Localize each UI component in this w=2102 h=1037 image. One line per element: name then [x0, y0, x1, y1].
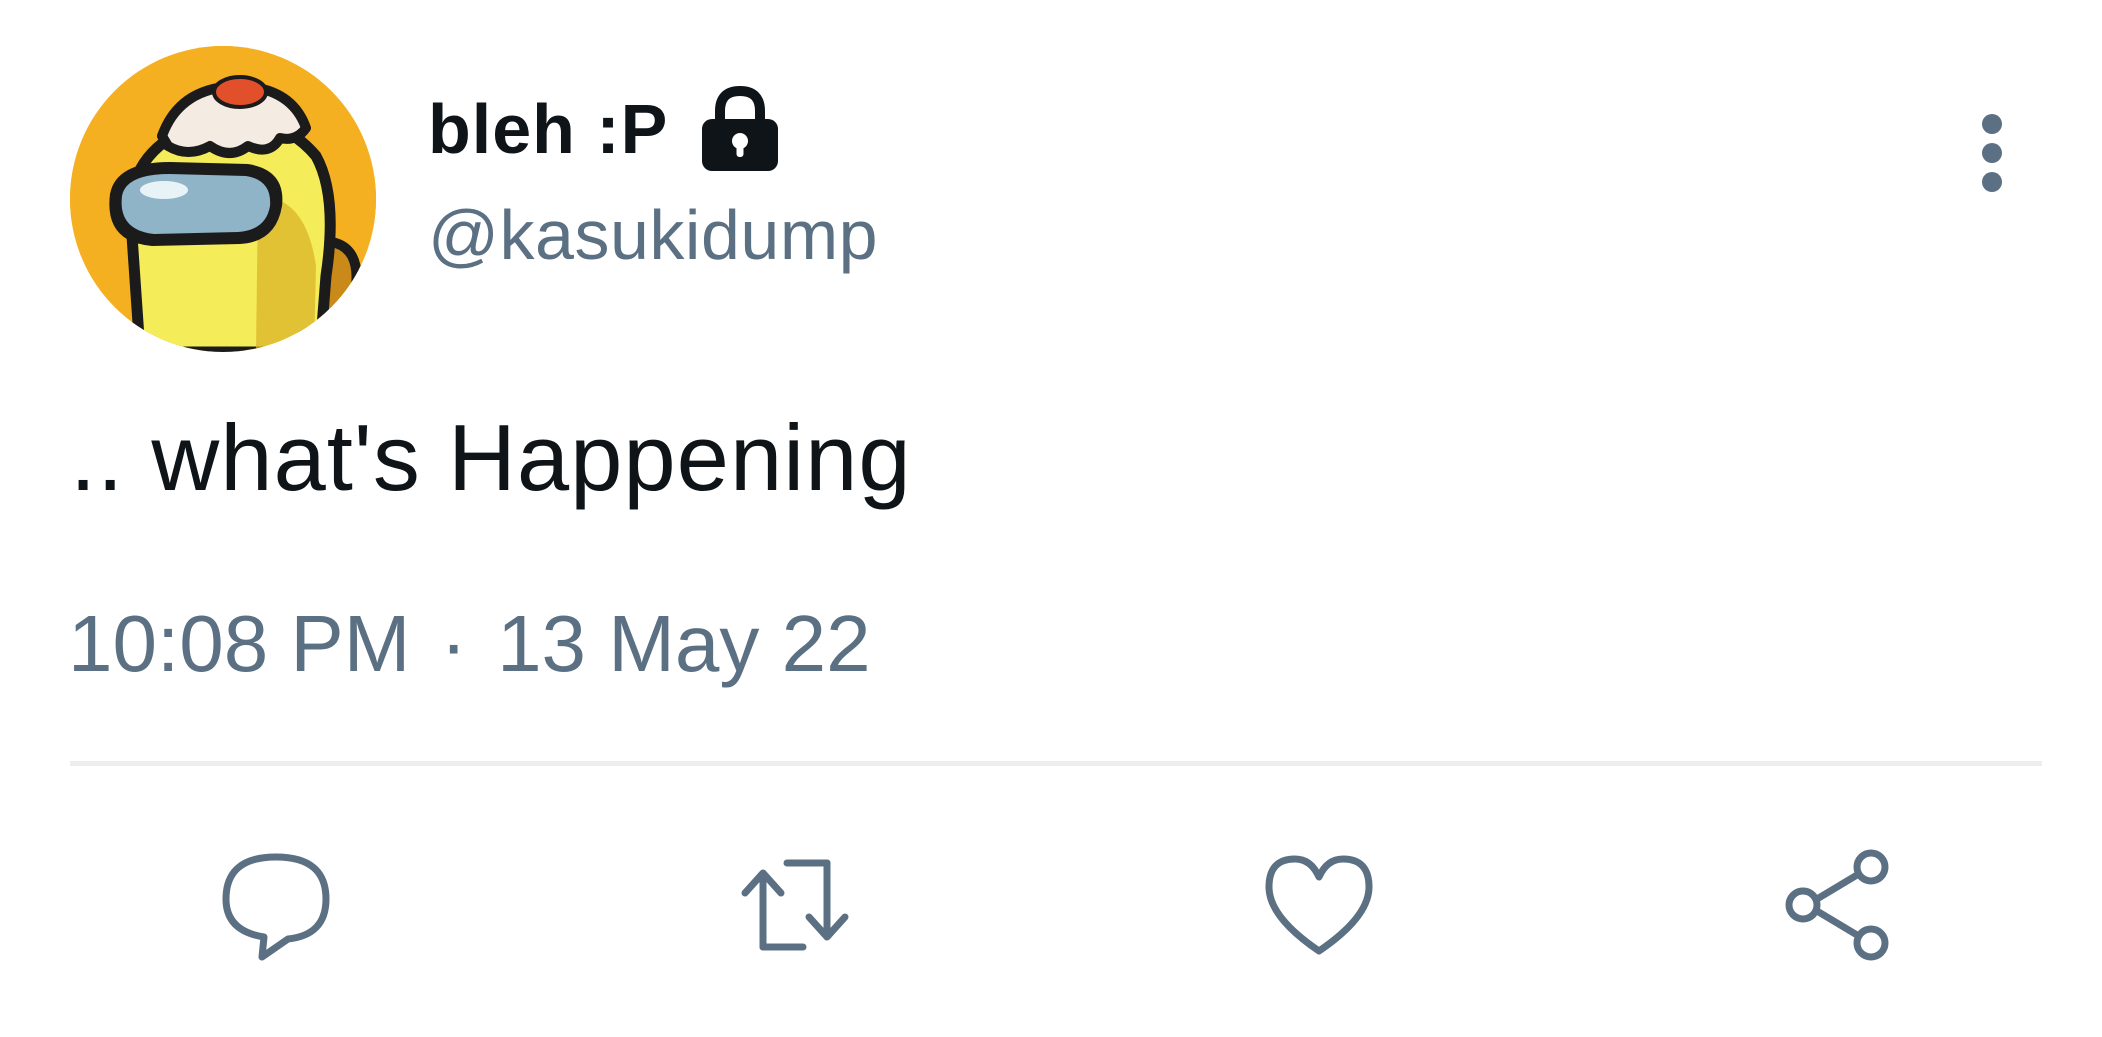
divider: [70, 761, 2042, 766]
more-vertical-icon[interactable]: [1962, 104, 2022, 202]
reply-button[interactable]: [211, 840, 341, 970]
more-dot: [1982, 143, 2002, 163]
retweet-icon: [741, 859, 849, 951]
tweet-time: 10:08 PM: [68, 599, 411, 688]
share-icon: [1785, 849, 1889, 961]
crewmate-avatar-image: [70, 46, 376, 352]
avatar[interactable]: [70, 46, 376, 352]
timestamp-separator: ·: [440, 599, 468, 688]
author-handle[interactable]: @kasukidump: [428, 200, 878, 270]
tweet-date: 13 May 22: [497, 599, 871, 688]
retweet-button[interactable]: [730, 840, 860, 970]
like-icon: [1265, 855, 1373, 955]
author-display-name[interactable]: bleh :P: [428, 94, 668, 164]
share-button[interactable]: [1774, 840, 1904, 970]
tweet-text: .. what's Happening: [70, 405, 912, 510]
lock-icon: [702, 85, 779, 171]
tweet-timestamp[interactable]: 10:08 PM · 13 May 22: [68, 604, 871, 684]
author-name-row: bleh :P: [428, 84, 784, 174]
tweet-action-bar: [0, 840, 2102, 970]
more-dot: [1982, 172, 2002, 192]
like-button[interactable]: [1254, 840, 1384, 970]
more-dot: [1982, 114, 2002, 134]
reply-icon: [222, 853, 330, 961]
